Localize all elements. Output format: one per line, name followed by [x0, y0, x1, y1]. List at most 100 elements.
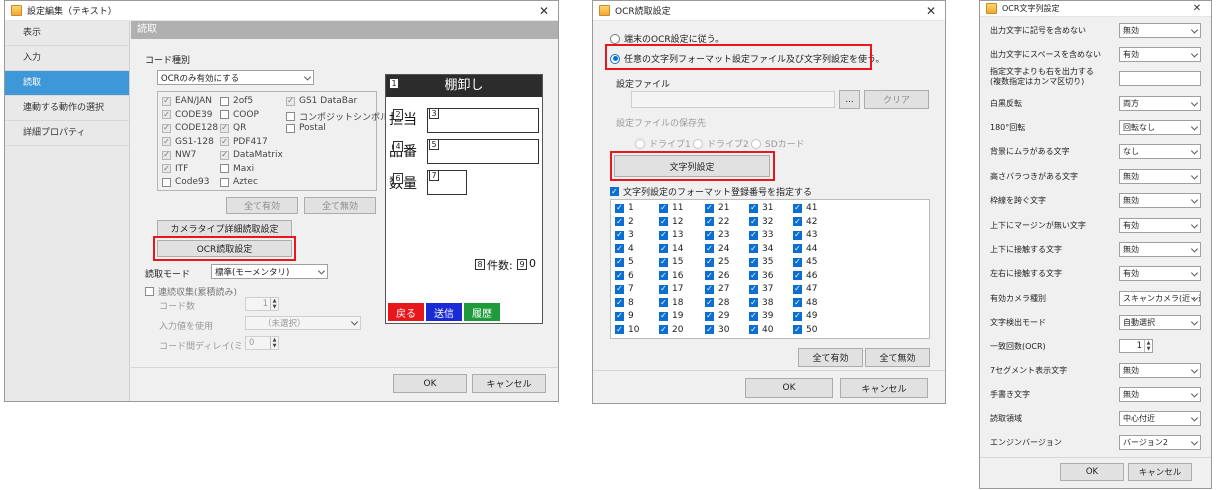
format-number-checkbox[interactable]: ✓ 28 — [705, 298, 729, 308]
setting-select[interactable]: 有効 — [1119, 47, 1201, 62]
format-number-checkbox[interactable]: ✓ 16 — [659, 271, 683, 281]
sidebar-item[interactable]: 表示 — [5, 21, 129, 46]
format-number-checkbox[interactable]: ✓ 35 — [749, 257, 773, 267]
format-number-checkbox[interactable]: ✓ 7 — [615, 284, 634, 294]
format-number-checkbox[interactable]: ✓ 15 — [659, 257, 683, 267]
format-number-checkbox[interactable]: ✓ 31 — [749, 203, 773, 213]
sidebar-item[interactable]: 連動する動作の選択 — [5, 96, 129, 121]
format-number-checkbox[interactable]: ✓ 38 — [749, 298, 773, 308]
format-number-checkbox[interactable]: ✓ 45 — [793, 257, 817, 267]
code-type-checkbox[interactable]: Aztec — [220, 177, 258, 187]
format-number-checkbox[interactable]: ✓ 30 — [705, 325, 729, 335]
code-type-checkbox[interactable]: 2of5 — [220, 96, 253, 106]
code-type-checkbox[interactable]: ✓ EAN/JAN — [162, 96, 212, 106]
format-number-checkbox[interactable]: ✓ 36 — [749, 271, 773, 281]
code-type-checkbox[interactable]: ✓ DataMatrix — [220, 150, 283, 160]
code-type-checkbox[interactable]: ✓ CODE128 — [162, 123, 218, 133]
format-number-checkbox[interactable]: ✓ 12 — [659, 217, 683, 227]
setting-select[interactable]: 有効 — [1119, 266, 1201, 281]
code-type-checkbox[interactable]: COOP — [220, 110, 259, 120]
close-icon[interactable]: ✕ — [1189, 3, 1205, 14]
format-number-checkbox[interactable]: ✓ 47 — [793, 284, 817, 294]
code-type-checkbox[interactable]: ✓ PDF417 — [220, 137, 268, 147]
setting-text-input[interactable] — [1119, 71, 1201, 86]
format-number-checkbox[interactable]: ✓ 39 — [749, 311, 773, 321]
ok-button[interactable]: OK — [1060, 463, 1124, 481]
setting-select[interactable]: 有効 — [1119, 218, 1201, 233]
format-number-checkbox[interactable]: ✓ 24 — [705, 244, 729, 254]
setting-select[interactable]: 無効 — [1119, 169, 1201, 184]
format-number-checkbox[interactable]: ✓ 50 — [793, 325, 817, 335]
format-number-checkbox[interactable]: ✓ 26 — [705, 271, 729, 281]
format-number-checkbox[interactable]: ✓ 42 — [793, 217, 817, 227]
setting-select[interactable]: なし — [1119, 144, 1201, 159]
code-type-checkbox[interactable]: Postal — [286, 123, 326, 133]
cancel-button[interactable]: キャンセル — [1128, 463, 1192, 481]
close-icon[interactable]: ✕ — [923, 4, 939, 18]
all-disable-button[interactable]: 全て無効 — [865, 348, 930, 367]
format-number-checkbox[interactable]: ✓ 29 — [705, 311, 729, 321]
setting-select[interactable]: 無効 — [1119, 387, 1201, 402]
format-number-checkbox[interactable]: ✓ 14 — [659, 244, 683, 254]
format-number-checkbox[interactable]: ✓ 13 — [659, 230, 683, 240]
code-type-checkbox[interactable]: Maxi — [220, 164, 254, 174]
setting-select[interactable]: スキャンカメラ(近・遠) — [1119, 291, 1201, 306]
camera-type-detail-button[interactable]: カメラタイプ詳細読取設定 — [157, 220, 292, 237]
code-type-checkbox[interactable]: Code93 — [162, 177, 210, 187]
format-number-checkbox[interactable]: ✓ 22 — [705, 217, 729, 227]
code-type-select[interactable]: OCRのみ有効にする — [157, 70, 314, 85]
setting-select[interactable]: 両方 — [1119, 96, 1201, 111]
preview-back-button[interactable]: 戻る — [388, 303, 424, 321]
setting-select[interactable]: 無効 — [1119, 363, 1201, 378]
format-number-checkbox[interactable]: ✓ 21 — [705, 203, 729, 213]
radio-drive2[interactable]: ドライブ2 — [693, 137, 749, 150]
format-number-checkbox[interactable]: ✓ 48 — [793, 298, 817, 308]
format-number-checkbox[interactable]: ✓ 17 — [659, 284, 683, 294]
code-type-checkbox[interactable]: ✓ GS1-128 — [162, 137, 214, 147]
format-number-checkbox[interactable]: ✓ 9 — [615, 311, 634, 321]
format-number-checkbox[interactable]: ✓ 40 — [749, 325, 773, 335]
setting-select[interactable]: 無効 — [1119, 23, 1201, 38]
setting-number-stepper[interactable]: 1 ▲ ▼ — [1119, 339, 1153, 353]
ok-button[interactable]: OK — [745, 378, 833, 398]
setting-select[interactable]: 中心付近 — [1119, 411, 1201, 426]
clear-button[interactable]: クリア — [864, 90, 929, 109]
ok-button[interactable]: OK — [393, 374, 467, 393]
format-number-checkbox[interactable]: ✓ 文字列設定のフォーマット登録番号を指定する — [610, 185, 812, 198]
close-icon[interactable]: ✕ — [536, 4, 552, 18]
format-number-checkbox[interactable]: ✓ 19 — [659, 311, 683, 321]
format-number-checkbox[interactable]: ✓ 20 — [659, 325, 683, 335]
format-number-checkbox[interactable]: ✓ 6 — [615, 271, 634, 281]
format-number-checkbox[interactable]: ✓ 10 — [615, 325, 639, 335]
preview-send-button[interactable]: 送信 — [426, 303, 462, 321]
input-value-select[interactable]: （未選択） — [245, 316, 361, 330]
setting-select[interactable]: バージョン2 — [1119, 435, 1201, 450]
format-number-checkbox[interactable]: ✓ 49 — [793, 311, 817, 321]
format-number-checkbox[interactable]: ✓ 32 — [749, 217, 773, 227]
sidebar-item[interactable]: 詳細プロパティ — [5, 121, 129, 146]
code-type-checkbox[interactable]: コンポジットシンボル — [286, 110, 389, 123]
code-type-checkbox[interactable]: ✓ CODE39 — [162, 110, 212, 120]
cancel-button[interactable]: キャンセル — [840, 378, 928, 398]
format-number-checkbox[interactable]: ✓ 34 — [749, 244, 773, 254]
setting-select[interactable]: 自動選択 — [1119, 315, 1201, 330]
browse-button[interactable]: ... — [839, 90, 860, 109]
preview-history-button[interactable]: 履歴 — [464, 303, 500, 321]
format-number-checkbox[interactable]: ✓ 11 — [659, 203, 683, 213]
format-number-checkbox[interactable]: ✓ 43 — [793, 230, 817, 240]
format-number-checkbox[interactable]: ✓ 46 — [793, 271, 817, 281]
code-type-checkbox[interactable]: ✓ ITF — [162, 164, 188, 174]
format-number-checkbox[interactable]: ✓ 4 — [615, 244, 634, 254]
format-number-checkbox[interactable]: ✓ 44 — [793, 244, 817, 254]
format-number-checkbox[interactable]: ✓ 3 — [615, 230, 634, 240]
sidebar-item[interactable]: 読取 — [5, 71, 129, 96]
format-number-checkbox[interactable]: ✓ 41 — [793, 203, 817, 213]
code-count-stepper[interactable]: 1 ▲ ▼ — [245, 297, 279, 311]
format-number-checkbox[interactable]: ✓ 18 — [659, 298, 683, 308]
sidebar-item[interactable]: 入力 — [5, 46, 129, 71]
radio-drive1[interactable]: ドライブ1 — [635, 137, 691, 150]
format-number-checkbox[interactable]: ✓ 1 — [615, 203, 634, 213]
delay-stepper[interactable]: 0 ▲ ▼ — [245, 336, 279, 350]
format-number-checkbox[interactable]: ✓ 2 — [615, 217, 634, 227]
format-number-checkbox[interactable]: ✓ 5 — [615, 257, 634, 267]
